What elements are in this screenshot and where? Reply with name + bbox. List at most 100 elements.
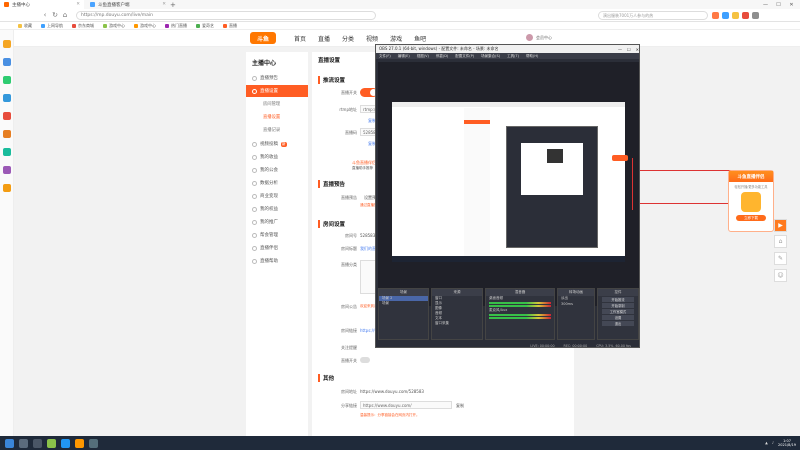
duration-field[interactable]: 300ms bbox=[558, 301, 594, 306]
my-room-value[interactable]: https://www.douyu.com/528583 bbox=[360, 389, 424, 394]
maximize-icon[interactable]: ☐ bbox=[774, 2, 783, 8]
sidebar-item-income[interactable]: 我的收益 bbox=[246, 151, 308, 163]
download-button[interactable]: 立即下载 bbox=[736, 215, 766, 221]
bookmark-item[interactable]: 游戏中心 bbox=[103, 23, 125, 29]
address-bar[interactable]: https://mp.douyu.com/live/main bbox=[76, 10, 376, 20]
bookmark-item[interactable]: 热门直播 bbox=[165, 23, 187, 29]
menu-view[interactable]: 视图(V) bbox=[417, 54, 429, 59]
sidebar-item-notice[interactable]: 直播预告 bbox=[246, 72, 308, 84]
source-item[interactable]: 窗口采集 bbox=[432, 321, 482, 326]
back-icon[interactable]: ‹ bbox=[40, 11, 50, 19]
sidebar-app-icon[interactable] bbox=[3, 184, 11, 192]
extension-icon[interactable] bbox=[712, 12, 719, 19]
start-recording-button[interactable]: 开始录制 bbox=[602, 303, 634, 308]
obs-taskbar-icon[interactable] bbox=[89, 438, 98, 448]
sidebar-item-data[interactable]: 数据分析 bbox=[246, 177, 308, 189]
maximize-icon[interactable]: ☐ bbox=[627, 47, 631, 52]
minimize-icon[interactable]: — bbox=[618, 47, 622, 52]
companion-ad[interactable]: 斗鱼直播伴侣 轻松开播/更多功能工具 立即下载 bbox=[728, 170, 774, 232]
scene-item[interactable]: 场景 bbox=[379, 301, 428, 306]
share-field[interactable]: https://www.douyu.com/ bbox=[360, 401, 452, 409]
sidebar-item-video[interactable]: 视频投稿新 bbox=[246, 138, 308, 150]
sidebar-app-icon[interactable] bbox=[3, 94, 11, 102]
bookmark-item[interactable]: 收藏 bbox=[18, 23, 32, 29]
volume-icon[interactable]: ♪ bbox=[772, 441, 774, 445]
app-taskbar-icon[interactable] bbox=[61, 438, 70, 448]
sidebar-subitem-record[interactable]: 直播记录 bbox=[246, 124, 308, 136]
sidebar-item-team[interactable]: 帮会管理 bbox=[246, 229, 308, 241]
bookmark-item[interactable]: 上网导航 bbox=[41, 23, 63, 29]
sidebar-app-icon[interactable] bbox=[3, 76, 11, 84]
sidebar-item-business[interactable]: 商业变现 bbox=[246, 190, 308, 202]
obs-preview-canvas[interactable] bbox=[378, 62, 639, 306]
extension-icon[interactable] bbox=[722, 12, 729, 19]
sidebar-app-icon[interactable] bbox=[3, 148, 11, 156]
menu-help[interactable]: 帮助(H) bbox=[526, 54, 538, 59]
search-icon[interactable] bbox=[19, 438, 28, 448]
nav-video[interactable]: 视频 bbox=[366, 34, 378, 43]
sidebar-app-icon[interactable] bbox=[3, 58, 11, 66]
feedback-icon[interactable]: ✎ bbox=[774, 252, 787, 265]
close-icon[interactable]: ✕ bbox=[76, 2, 80, 7]
sidebar-item-promote[interactable]: 我的推广 bbox=[246, 216, 308, 228]
menu-dock[interactable]: 停靠(D) bbox=[436, 54, 448, 59]
start-icon[interactable] bbox=[5, 438, 14, 448]
menu-scene-collection[interactable]: 场景集合(S) bbox=[481, 54, 500, 59]
browser-taskbar-icon[interactable] bbox=[47, 438, 56, 448]
sidebar-subitem-settings[interactable]: 直播设置 bbox=[246, 111, 308, 123]
sidebar-item-guild[interactable]: 我的公会 bbox=[246, 164, 308, 176]
nav-home[interactable]: 首页 bbox=[294, 34, 306, 43]
sidebar-item-live-settings[interactable]: 直播设置 bbox=[246, 85, 308, 97]
extension-icon[interactable] bbox=[742, 12, 749, 19]
clock[interactable]: 1:07 2021/8/19 bbox=[778, 439, 796, 447]
mic-audio-meter bbox=[489, 314, 551, 316]
tab-client[interactable]: 斗鱼直播客户端 ✕ bbox=[86, 0, 170, 9]
guard-toggle[interactable] bbox=[360, 357, 370, 363]
studio-mode-button[interactable]: 工作室模式 bbox=[602, 309, 634, 314]
new-tab-icon[interactable]: + bbox=[170, 1, 176, 9]
bookmark-item[interactable]: 直播 bbox=[223, 23, 237, 29]
menu-icon[interactable] bbox=[752, 12, 759, 19]
bookmark-item[interactable]: 爱奇艺 bbox=[196, 23, 214, 29]
sidebar-app-icon[interactable] bbox=[3, 40, 11, 48]
app-taskbar-icon[interactable] bbox=[75, 438, 84, 448]
minimize-icon[interactable]: — bbox=[761, 2, 770, 8]
nav-category[interactable]: 分类 bbox=[342, 34, 354, 43]
user-menu[interactable]: 会员中心 bbox=[526, 34, 552, 41]
nav-yuba[interactable]: 鱼吧 bbox=[414, 34, 426, 43]
extension-icon[interactable] bbox=[732, 12, 739, 19]
home-icon[interactable]: ⌂ bbox=[60, 11, 70, 19]
sidebar-app-icon[interactable] bbox=[3, 112, 11, 120]
service-icon[interactable]: ☺ bbox=[774, 269, 787, 282]
exit-button[interactable]: 退出 bbox=[602, 321, 634, 326]
home-icon[interactable]: ⌂ bbox=[774, 235, 787, 248]
sidebar-subitem-room[interactable]: 房间管理 bbox=[246, 98, 308, 110]
network-icon[interactable]: ▲ bbox=[765, 441, 768, 445]
sidebar-item-help[interactable]: 直播帮助 bbox=[246, 255, 308, 267]
menu-file[interactable]: 文件(F) bbox=[379, 54, 391, 59]
menu-tools[interactable]: 工具(T) bbox=[507, 54, 519, 59]
settings-button[interactable]: 设置 bbox=[602, 315, 634, 320]
avatar[interactable] bbox=[526, 34, 533, 41]
close-window-icon[interactable]: ✕ bbox=[787, 2, 796, 8]
nav-game[interactable]: 游戏 bbox=[390, 34, 402, 43]
tab-live-center[interactable]: 主播中心 ✕ bbox=[0, 0, 84, 9]
menu-profile[interactable]: 配置文件(P) bbox=[455, 54, 474, 59]
menu-edit[interactable]: 编辑(E) bbox=[398, 54, 410, 59]
start-streaming-button[interactable]: 开始推流 bbox=[602, 297, 634, 302]
sidebar-app-icon[interactable] bbox=[3, 130, 11, 138]
sidebar-item-companion[interactable]: 直播伴侣 bbox=[246, 242, 308, 254]
share-copy-button[interactable]: 复制 bbox=[456, 403, 464, 409]
play-icon[interactable]: ▶ bbox=[774, 219, 787, 232]
close-icon[interactable]: ✕ bbox=[162, 2, 166, 7]
bookmark-item[interactable]: 京东商城 bbox=[72, 23, 94, 29]
task-view-icon[interactable] bbox=[33, 438, 42, 448]
sidebar-app-icon[interactable] bbox=[3, 166, 11, 174]
refresh-icon[interactable]: ↻ bbox=[50, 11, 60, 19]
close-icon[interactable]: ✕ bbox=[636, 47, 639, 52]
search-input[interactable]: 演出服装7001万人参与的热 bbox=[598, 11, 708, 20]
nav-live[interactable]: 直播 bbox=[318, 34, 330, 43]
bookmark-item[interactable]: 游戏中心 bbox=[134, 23, 156, 29]
sidebar-item-rights[interactable]: 我的权益 bbox=[246, 203, 308, 215]
douyu-logo[interactable]: 斗鱼 bbox=[250, 32, 276, 44]
